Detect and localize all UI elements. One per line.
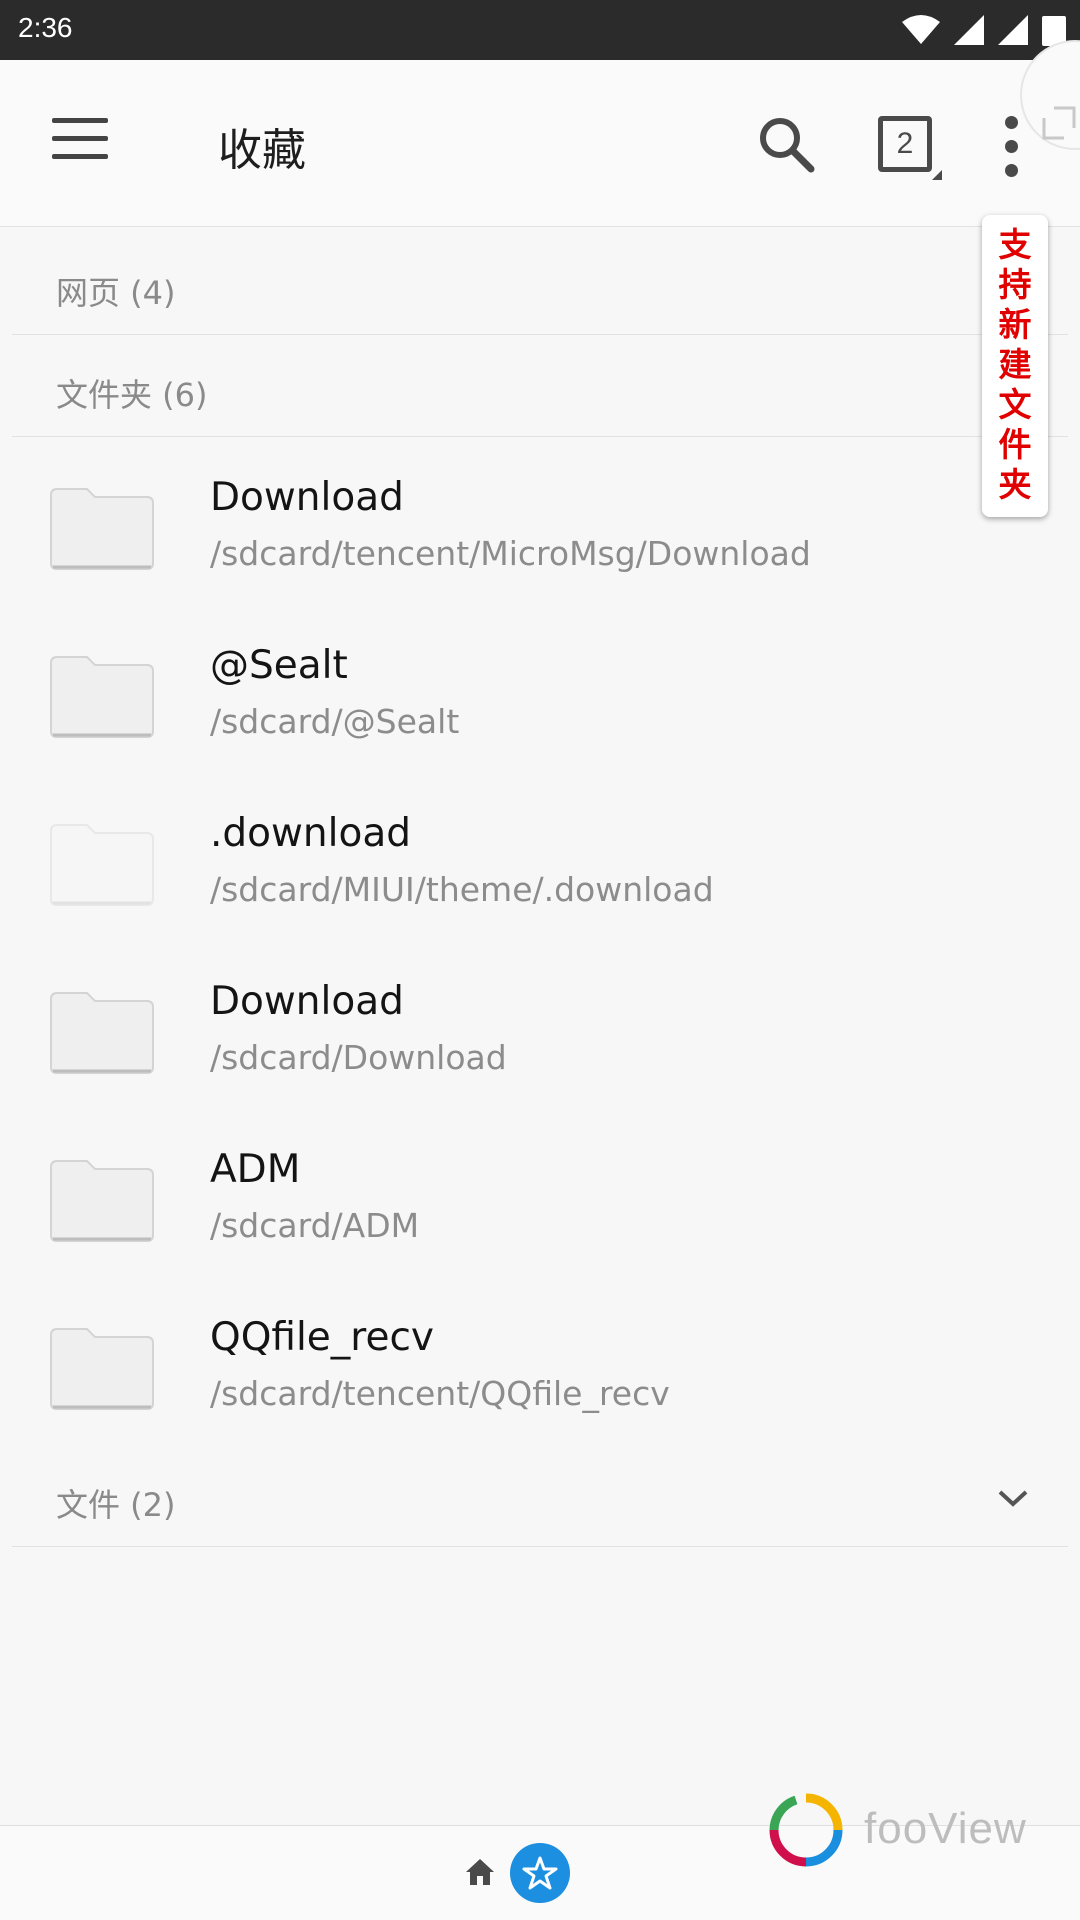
watermark-text: fooView — [864, 1804, 1027, 1853]
section-files[interactable]: 文件 (2) — [12, 1446, 1068, 1547]
folder-icon — [50, 992, 154, 1074]
annotation-char: 新 — [998, 305, 1032, 344]
app-bar: 收藏 2 — [0, 40, 1080, 227]
menu-icon[interactable] — [52, 118, 112, 168]
annotation-char: 支 — [998, 225, 1032, 264]
folder-icon — [50, 488, 154, 570]
signal-icon — [954, 15, 984, 45]
list-item[interactable]: Download /sdcard/tencent/MicroMsg/Downlo… — [0, 438, 1080, 606]
chevron-down-icon[interactable] — [996, 1482, 1030, 1512]
folder-name: @Sealt — [210, 643, 348, 688]
annotation-char: 持 — [998, 265, 1032, 304]
folder-name: QQfile_recv — [210, 1315, 434, 1360]
star-button[interactable] — [510, 1843, 570, 1903]
star-icon — [522, 1856, 558, 1890]
annotation-label: 支 持 新 建 文 件 夹 — [982, 215, 1048, 517]
annotation-char: 文 — [998, 385, 1032, 424]
folder-path: /sdcard/tencent/QQfile_recv — [210, 1374, 670, 1413]
signal-icon — [998, 15, 1028, 45]
status-bar: 2:36 — [0, 0, 1080, 60]
folder-icon — [50, 1328, 154, 1410]
section-webpages[interactable]: 网页 (4) — [12, 234, 1068, 335]
home-icon[interactable] — [464, 1856, 496, 1888]
section-files-label: 文件 (2) — [56, 1486, 176, 1524]
annotation-char: 建 — [998, 345, 1032, 384]
status-time: 2:36 — [18, 12, 73, 43]
section-folders-label: 文件夹 (6) — [56, 376, 208, 414]
fooview-watermark: fooView — [766, 1790, 1046, 1870]
section-webpages-label: 网页 (4) — [56, 274, 176, 312]
list-item[interactable]: @Sealt /sdcard/@Sealt — [0, 606, 1080, 774]
annotation-char: 夹 — [998, 465, 1032, 504]
folder-name: ADM — [210, 1147, 301, 1192]
list-item[interactable]: Download /sdcard/Download — [0, 942, 1080, 1110]
folder-icon — [50, 824, 154, 906]
folder-icon — [50, 656, 154, 738]
folder-path: /sdcard/@Sealt — [210, 702, 460, 741]
folder-name: Download — [210, 979, 404, 1024]
tabs-button[interactable]: 2 — [876, 114, 942, 180]
list-item[interactable]: .download /sdcard/MIUI/theme/.download — [0, 774, 1080, 942]
folder-list: Download /sdcard/tencent/MicroMsg/Downlo… — [0, 438, 1080, 1446]
wifi-icon — [902, 15, 940, 44]
fooview-logo — [769, 1793, 843, 1867]
status-icons — [902, 14, 1066, 46]
folder-name: .download — [210, 811, 411, 856]
list-item[interactable]: ADM /sdcard/ADM — [0, 1110, 1080, 1278]
search-icon[interactable] — [756, 114, 816, 174]
annotation-char: 件 — [998, 425, 1032, 464]
section-folders[interactable]: 文件夹 (6) — [12, 336, 1068, 437]
tabs-icon — [932, 170, 942, 180]
folder-icon — [50, 1160, 154, 1242]
folder-name: Download — [210, 475, 404, 520]
folder-path: /sdcard/MIUI/theme/.download — [210, 870, 714, 909]
folder-path: /sdcard/Download — [210, 1038, 507, 1077]
tab-count: 2 — [878, 116, 932, 172]
page-title: 收藏 — [218, 125, 306, 176]
more-icon[interactable] — [994, 116, 1028, 180]
folder-path: /sdcard/ADM — [210, 1206, 420, 1245]
list-item[interactable]: QQfile_recv /sdcard/tencent/QQfile_recv — [0, 1278, 1080, 1446]
folder-path: /sdcard/tencent/MicroMsg/Download — [210, 534, 811, 573]
